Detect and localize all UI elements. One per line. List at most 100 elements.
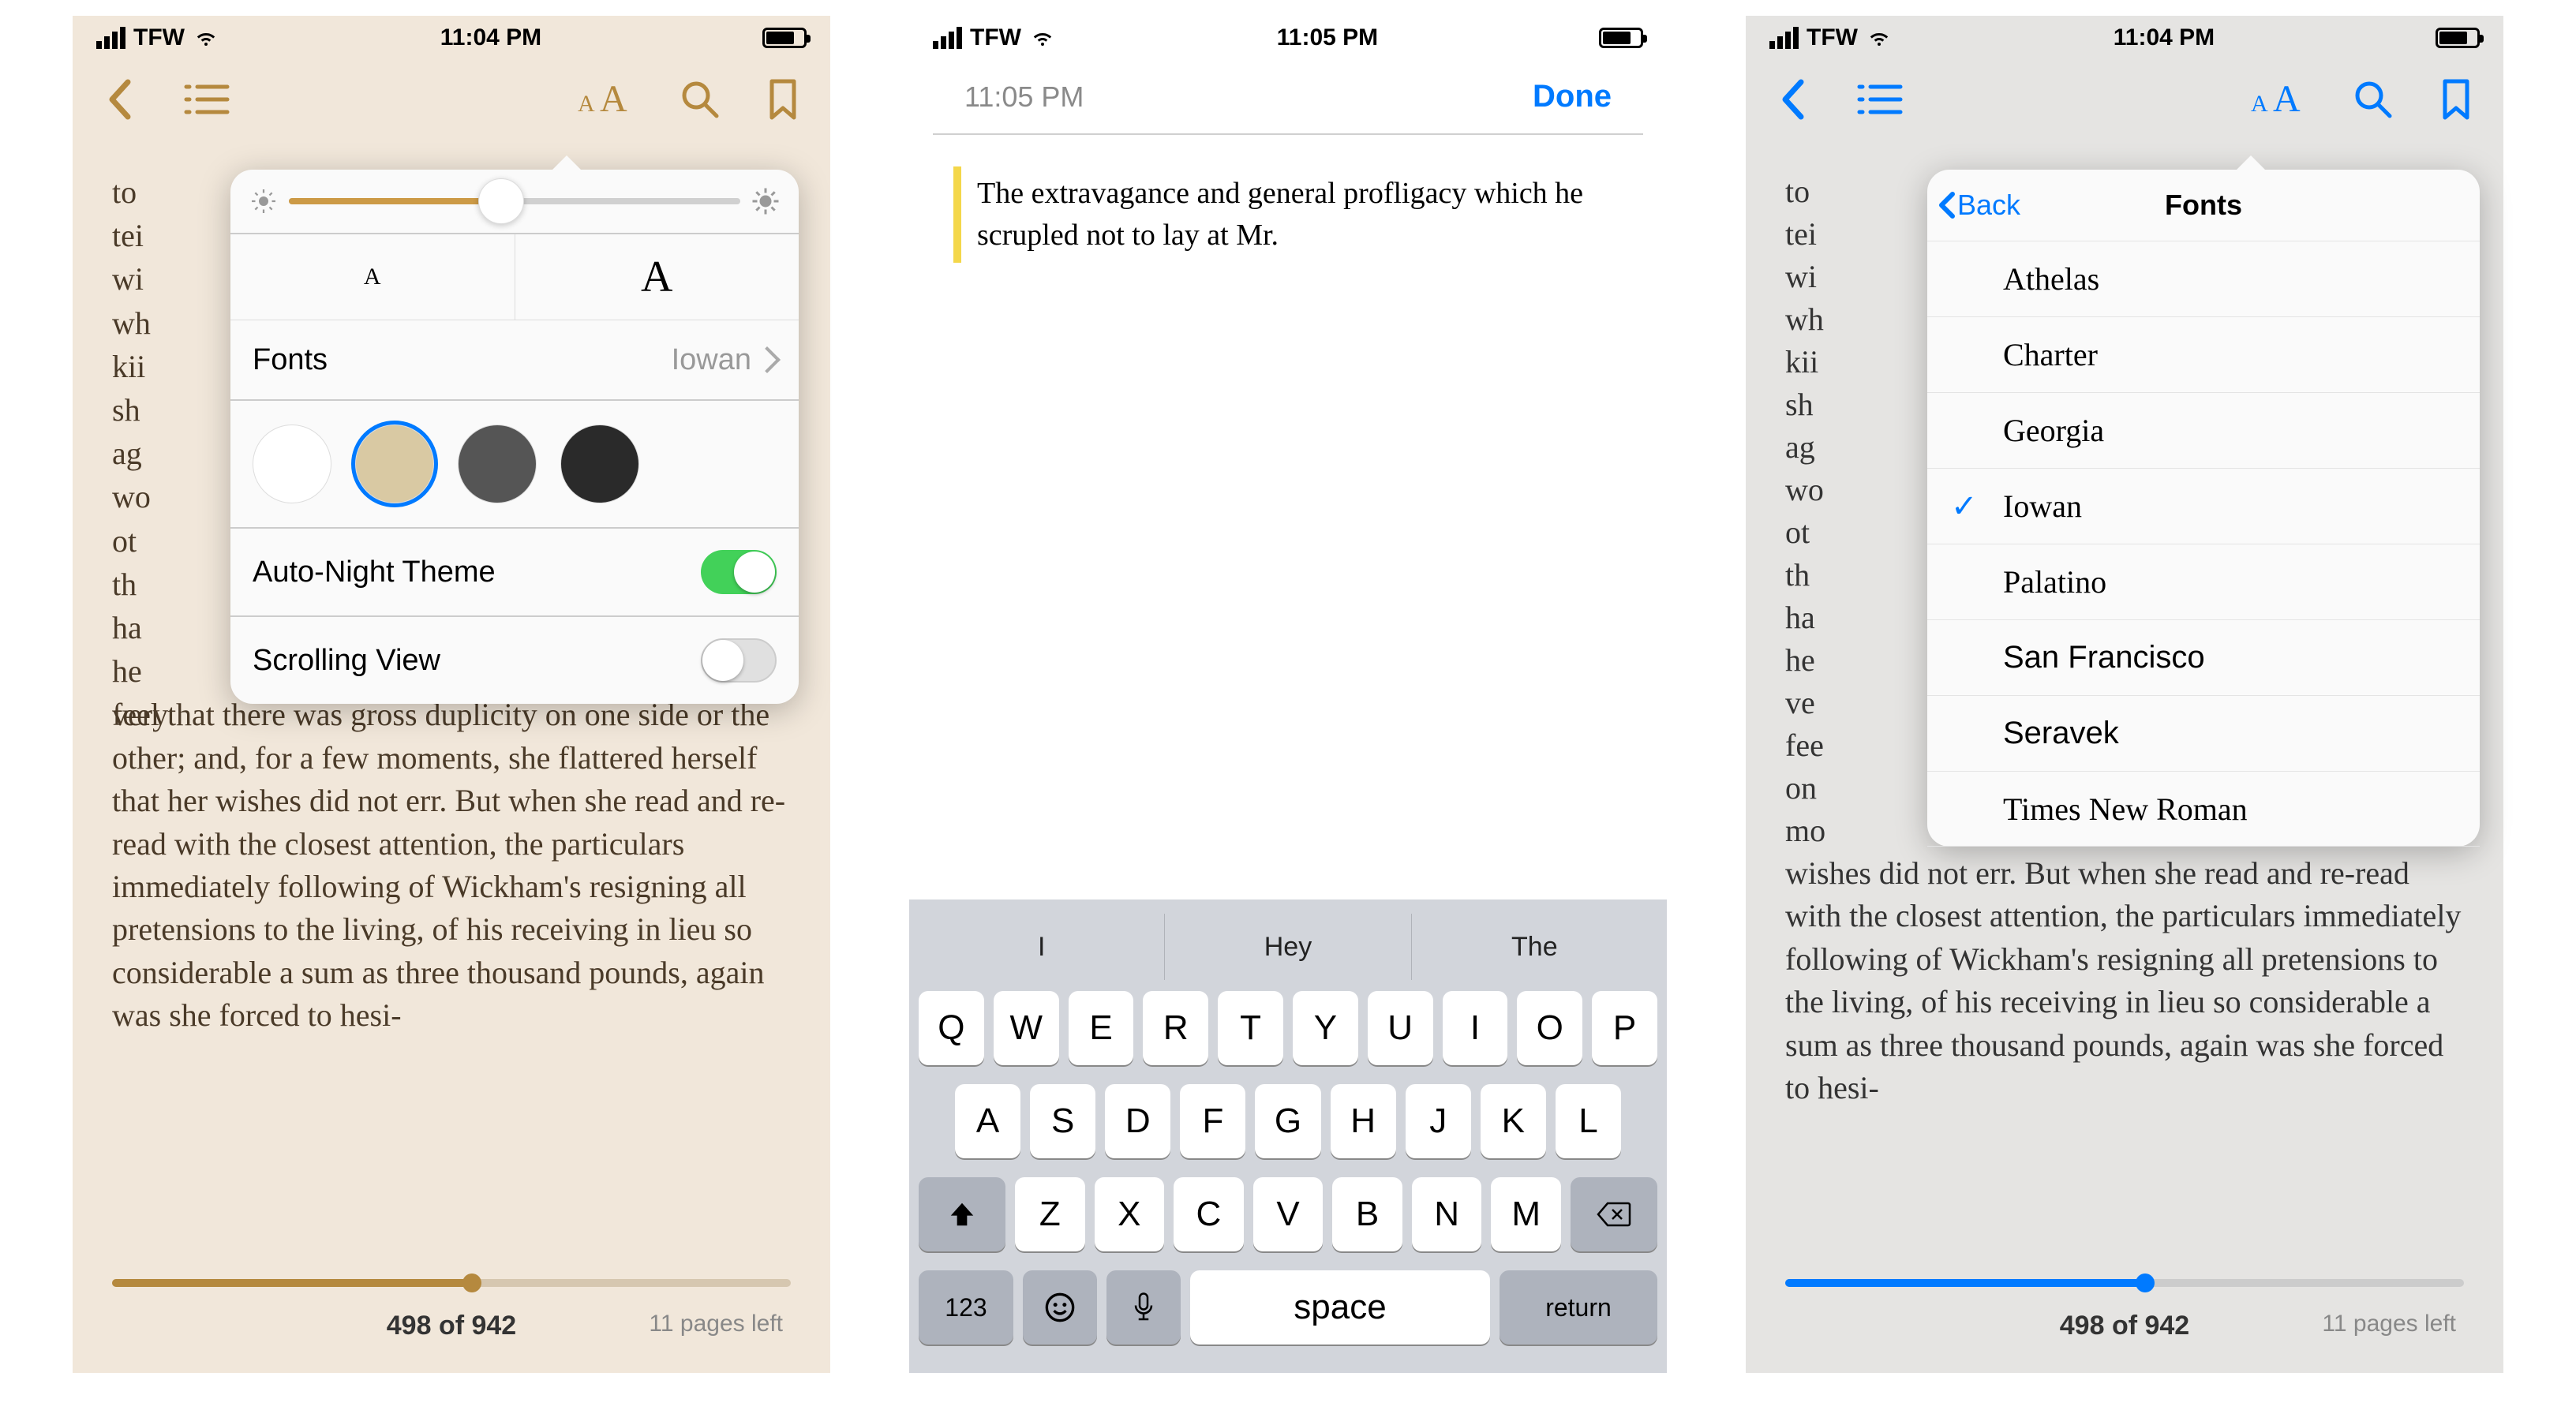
- key-r[interactable]: R: [1143, 991, 1208, 1065]
- body-peek-rest: feel that there was gross duplicity on o…: [112, 694, 791, 1037]
- toc-icon[interactable]: [1856, 80, 1904, 118]
- svg-text:A: A: [578, 91, 595, 117]
- suggestion[interactable]: I: [919, 914, 1164, 980]
- appearance-icon[interactable]: AA: [2246, 80, 2306, 119]
- brightness-slider[interactable]: [230, 170, 799, 233]
- page-indicator: 498 of 942: [387, 1311, 516, 1341]
- checkmark-icon: ✓: [1951, 488, 1978, 525]
- key-d[interactable]: D: [1105, 1084, 1170, 1158]
- key-n[interactable]: N: [1412, 1177, 1482, 1251]
- footer: 498 of 942 11 pages left: [1746, 1287, 2503, 1373]
- key-l[interactable]: L: [1556, 1084, 1621, 1158]
- key-b[interactable]: B: [1332, 1177, 1402, 1251]
- key-t[interactable]: T: [1218, 991, 1283, 1065]
- battery-icon: [762, 28, 807, 48]
- key-z[interactable]: Z: [1015, 1177, 1085, 1251]
- auto-night-toggle[interactable]: [701, 550, 777, 594]
- search-icon[interactable]: [2353, 80, 2393, 119]
- key-k[interactable]: K: [1481, 1084, 1546, 1158]
- bookmark-icon[interactable]: [767, 78, 799, 121]
- font-option-georgia[interactable]: Georgia: [1927, 392, 2480, 468]
- key-j[interactable]: J: [1406, 1084, 1471, 1158]
- font-option-iowan[interactable]: ✓Iowan: [1927, 468, 2480, 544]
- toc-icon[interactable]: [183, 80, 230, 118]
- theme-gray[interactable]: [458, 424, 537, 503]
- key-u[interactable]: U: [1368, 991, 1433, 1065]
- key-123[interactable]: 123: [919, 1270, 1013, 1345]
- key-a[interactable]: A: [955, 1084, 1020, 1158]
- key-x[interactable]: X: [1095, 1177, 1165, 1251]
- suggestion[interactable]: The: [1411, 914, 1657, 980]
- fonts-title: Fonts: [2165, 189, 2242, 222]
- key-g[interactable]: G: [1255, 1084, 1320, 1158]
- back-icon[interactable]: [104, 77, 136, 122]
- page-scrubber[interactable]: [112, 1279, 791, 1287]
- reader-toolbar: AA: [1746, 60, 2503, 139]
- key-c[interactable]: C: [1174, 1177, 1244, 1251]
- back-icon[interactable]: [1777, 77, 1809, 122]
- theme-night[interactable]: [560, 424, 639, 503]
- font-option-charter[interactable]: Charter: [1927, 316, 2480, 392]
- pages-left: 11 pages left: [649, 1311, 783, 1337]
- search-icon[interactable]: [680, 80, 720, 119]
- key-h[interactable]: H: [1331, 1084, 1396, 1158]
- fonts-back-button[interactable]: Back: [1937, 189, 2020, 222]
- key-i[interactable]: I: [1443, 991, 1508, 1065]
- done-button[interactable]: Done: [1533, 79, 1612, 114]
- page-scrubber[interactable]: [1785, 1279, 2464, 1287]
- font-option-times[interactable]: Times New Roman: [1927, 771, 2480, 847]
- key-space[interactable]: space: [1190, 1270, 1490, 1345]
- key-e[interactable]: E: [1069, 991, 1134, 1065]
- note-highlighted-text[interactable]: The extravagance and general profligacy …: [953, 166, 1623, 263]
- key-w[interactable]: W: [994, 991, 1059, 1065]
- note-header: 11:05 PM Done: [933, 60, 1643, 135]
- cell-signal-icon: [1769, 27, 1799, 49]
- key-y[interactable]: Y: [1293, 991, 1358, 1065]
- fonts-popover: Back Fonts Athelas Charter Georgia ✓Iowa…: [1927, 170, 2480, 847]
- fonts-label: Fonts: [253, 343, 328, 377]
- carrier-label: TFW: [1807, 24, 1858, 51]
- text-smaller-button[interactable]: A: [230, 234, 515, 320]
- key-f[interactable]: F: [1180, 1084, 1245, 1158]
- status-time: 11:04 PM: [2114, 24, 2215, 51]
- key-backspace[interactable]: [1571, 1177, 1657, 1251]
- key-shift[interactable]: [919, 1177, 1005, 1251]
- theme-white[interactable]: [253, 424, 331, 503]
- key-o[interactable]: O: [1517, 991, 1582, 1065]
- chevron-left-icon: [1937, 191, 1957, 219]
- key-v[interactable]: V: [1253, 1177, 1324, 1251]
- appearance-popover: A A Fonts Iowan Auto-Night Theme Scrolli…: [230, 170, 799, 704]
- phone-fonts-list: TFW 11:04 PM AA toteiwiwhkiishagwootthha…: [1746, 16, 2503, 1373]
- suggestion[interactable]: Hey: [1164, 914, 1410, 980]
- bookmark-icon[interactable]: [2440, 78, 2472, 121]
- appearance-icon[interactable]: AA: [573, 80, 633, 119]
- font-option-palatino[interactable]: Palatino: [1927, 544, 2480, 619]
- font-option-san-francisco[interactable]: San Francisco: [1927, 619, 2480, 695]
- svg-text:A: A: [2251, 91, 2268, 117]
- font-option-seravek[interactable]: Seravek: [1927, 695, 2480, 771]
- key-p[interactable]: P: [1592, 991, 1657, 1065]
- key-q[interactable]: Q: [919, 991, 984, 1065]
- font-option-athelas[interactable]: Athelas: [1927, 241, 2480, 316]
- key-s[interactable]: S: [1030, 1084, 1095, 1158]
- battery-icon: [2436, 28, 2480, 48]
- wifi-icon: [193, 28, 219, 47]
- keyboard-suggestions: I Hey The: [919, 914, 1657, 980]
- pages-left: 11 pages left: [2322, 1311, 2456, 1337]
- cell-signal-icon: [933, 27, 962, 49]
- key-emoji[interactable]: [1023, 1270, 1097, 1345]
- chevron-right-icon: [754, 346, 781, 373]
- theme-sepia[interactable]: [355, 424, 434, 503]
- back-label: Back: [1957, 189, 2020, 222]
- text-larger-button[interactable]: A: [515, 234, 799, 320]
- fonts-row[interactable]: Fonts Iowan: [230, 320, 799, 399]
- key-return[interactable]: return: [1500, 1270, 1657, 1345]
- brightness-low-icon: [249, 187, 278, 215]
- carrier-label: TFW: [970, 24, 1021, 51]
- fonts-value: Iowan: [672, 343, 751, 377]
- emoji-icon: [1044, 1292, 1076, 1323]
- backspace-icon: [1597, 1202, 1631, 1227]
- key-mic[interactable]: [1106, 1270, 1181, 1345]
- key-m[interactable]: M: [1491, 1177, 1561, 1251]
- scrolling-toggle[interactable]: [701, 638, 777, 683]
